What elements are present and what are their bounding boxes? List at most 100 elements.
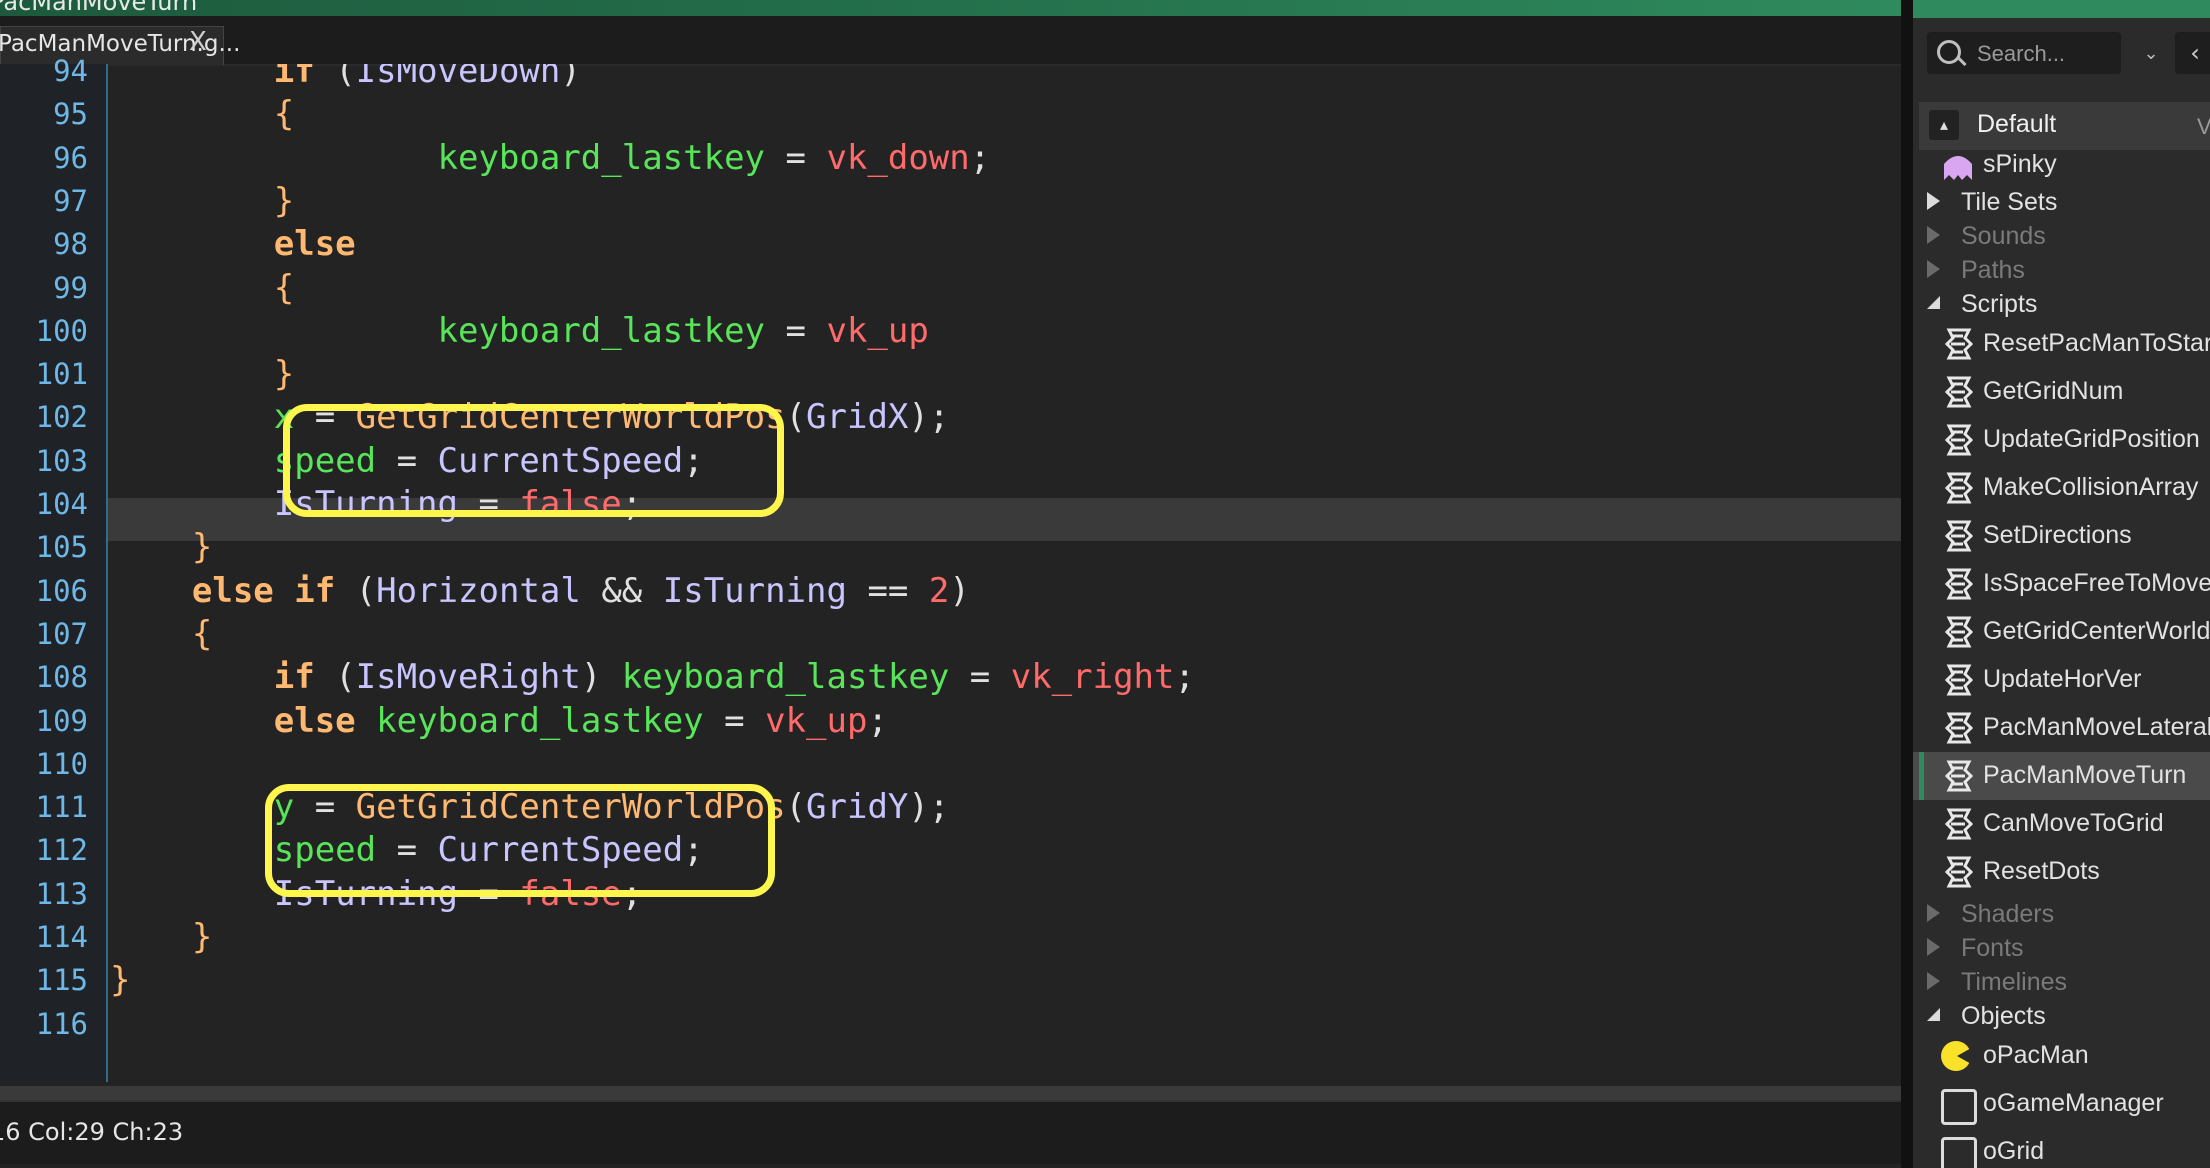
code-token: } xyxy=(110,960,131,1001)
line-number: 114 xyxy=(35,920,88,954)
tree-script-item[interactable]: GetGridCenterWorld xyxy=(1913,608,2210,656)
code-area[interactable]: if (IsMoveDown) { keyboard_lastkey = vk_… xyxy=(108,64,1901,1082)
line-number: 101 xyxy=(35,357,88,392)
code-line: keyboard_lastkey = vk_down; xyxy=(110,137,991,180)
close-icon[interactable]: X xyxy=(189,27,207,57)
tree-script-item[interactable]: CanMoveToGrid xyxy=(1913,800,2210,848)
chevron-down-icon[interactable]: ⌄ xyxy=(2131,34,2171,74)
tree-folder-shaders[interactable]: Shaders xyxy=(1913,896,2210,930)
asset-browser-panel: ⌄ ‹ ▴ Default Vi sPinky Tile Sets Sounds Pa… xyxy=(1913,0,2210,1168)
tree-folder-tile-sets[interactable]: Tile Sets xyxy=(1913,184,2210,218)
tree-script-item[interactable]: UpdateGridPosition xyxy=(1913,416,2210,464)
tree-item-label: ResetDots xyxy=(1983,857,2100,885)
search-input[interactable] xyxy=(1975,32,2119,76)
annotation-box-1 xyxy=(283,404,784,517)
expand-right-icon[interactable] xyxy=(1927,904,1940,922)
tree-script-item[interactable]: PacManMoveLateral xyxy=(1913,704,2210,752)
tree-script-item[interactable]: MakeCollisionArray xyxy=(1913,464,2210,512)
tree-item-label: sPinky xyxy=(1983,150,2057,178)
tree-script-item[interactable]: ResetDots xyxy=(1913,848,2210,896)
tree-folder-paths[interactable]: Paths xyxy=(1913,252,2210,286)
tree-script-item[interactable]: SetDirections xyxy=(1913,512,2210,560)
pacman-object-icon xyxy=(1941,1041,1973,1071)
code-line: { xyxy=(110,267,294,310)
expand-right-icon[interactable] xyxy=(1927,226,1940,244)
code-token: { xyxy=(273,267,295,308)
view-selector[interactable]: ▴ Default Vi xyxy=(1919,102,2210,150)
tree-item-label: Objects xyxy=(1961,1002,2046,1030)
code-token: = xyxy=(765,310,827,351)
code-line: } xyxy=(110,526,212,569)
line-number: 96 xyxy=(53,140,88,175)
code-token: keyboard_lastkey xyxy=(621,657,950,698)
tree-object-item[interactable]: oPacMan xyxy=(1913,1032,2210,1080)
code-token: ) xyxy=(560,64,581,91)
search-box[interactable] xyxy=(1927,32,2121,76)
script-icon xyxy=(1944,520,1974,552)
tree-item-label: GetGridCenterWorld xyxy=(1983,617,2210,645)
panel-divider[interactable] xyxy=(1901,0,1913,1168)
annotation-box-2 xyxy=(265,784,775,897)
tree-folder-scripts[interactable]: Scripts xyxy=(1913,286,2210,320)
code-token: } xyxy=(273,354,295,395)
tree-script-item[interactable]: GetGridNum xyxy=(1913,368,2210,416)
expand-right-icon[interactable] xyxy=(1927,192,1940,210)
line-number: 109 xyxy=(35,703,88,738)
code-token: keyboard_lastkey xyxy=(437,310,766,351)
horizontal-scrollbar[interactable] xyxy=(0,1086,1901,1100)
line-number: 98 xyxy=(53,227,88,262)
code-token: { xyxy=(191,613,213,654)
tree-script-item[interactable]: PacManMoveTurn xyxy=(1913,752,2210,800)
code-line: if (IsMoveDown) xyxy=(110,64,581,93)
tree-item-sprite[interactable]: sPinky xyxy=(1913,150,2210,180)
tree-item-label: PacManMoveTurn xyxy=(1983,761,2187,789)
code-token: GridY xyxy=(806,787,909,828)
tree-item-label: MakeCollisionArray xyxy=(1983,473,2199,501)
expand-down-icon[interactable] xyxy=(1927,296,1940,309)
status-bar: 16 Col:29 Ch:23 xyxy=(0,1100,1901,1164)
tree-folder-timelines[interactable]: Timelines xyxy=(1913,964,2210,998)
code-token: ( xyxy=(314,64,356,91)
line-number: 110 xyxy=(35,746,88,781)
script-icon xyxy=(1944,376,1974,408)
collapse-panel-button[interactable]: ‹ xyxy=(2175,32,2210,74)
code-line: } xyxy=(110,180,294,223)
line-number: 111 xyxy=(35,790,88,825)
code-token: } xyxy=(191,527,213,568)
tree-folder-objects[interactable]: Objects xyxy=(1913,998,2210,1032)
tree-script-item[interactable]: IsSpaceFreeToMove xyxy=(1913,560,2210,608)
tree-script-item[interactable]: UpdateHorVer xyxy=(1913,656,2210,704)
line-number: 116 xyxy=(35,1006,88,1041)
line-number: 97 xyxy=(53,183,88,218)
expand-right-icon[interactable] xyxy=(1927,938,1940,956)
code-token: 2 xyxy=(928,570,950,611)
tree-object-item[interactable]: oGameManager xyxy=(1913,1080,2210,1128)
tab-strip: PacManMoveTurn.g... X xyxy=(0,16,1901,66)
code-editor[interactable]: PacManMoveTurn PacManMoveTurn.g... X 94 9… xyxy=(0,0,1901,1168)
tree-folder-sounds[interactable]: Sounds xyxy=(1913,218,2210,252)
line-number-gutter: 94 95 96 97 98 99 100 101 102 103 104 105 106 107 108 1… xyxy=(0,54,108,1082)
tree-object-item[interactable]: oGrid xyxy=(1913,1128,2210,1168)
tree-script-item[interactable]: ResetPacManToStart xyxy=(1913,320,2210,368)
code-token: { xyxy=(273,94,295,135)
line-number: 95 xyxy=(53,97,88,132)
code-token: } xyxy=(273,180,295,221)
code-token: vk_up xyxy=(765,700,868,741)
code-token: else xyxy=(273,700,356,741)
expand-right-icon[interactable] xyxy=(1927,260,1940,278)
code-token: vk_down xyxy=(826,137,970,178)
expand-down-icon[interactable] xyxy=(1927,1008,1940,1021)
tree-folder-fonts[interactable]: Fonts xyxy=(1913,930,2210,964)
code-token: ) xyxy=(580,657,622,698)
line-number: 100 xyxy=(35,313,88,348)
tree-item-label: CanMoveToGrid xyxy=(1983,809,2164,837)
expand-right-icon[interactable] xyxy=(1927,972,1940,990)
tree-item-label: GetGridNum xyxy=(1983,377,2124,405)
code-token: ( xyxy=(314,657,356,698)
script-icon xyxy=(1944,856,1974,888)
